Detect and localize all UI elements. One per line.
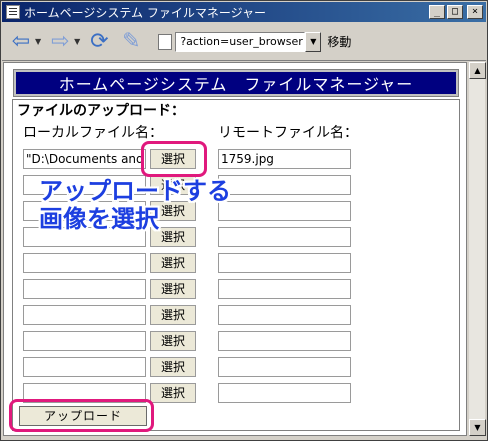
scroll-down-icon[interactable]: ▼	[469, 419, 486, 436]
forward-icon[interactable]: ⇨	[47, 29, 73, 55]
window-title: ホームページシステム ファイルマネージャー	[24, 5, 267, 20]
local-file-input[interactable]: "D:\Documents and	[23, 149, 146, 169]
upload-form: ファイルのアップロード： ローカルファイル名： リモートファイル名： "D:\D…	[12, 99, 460, 431]
back-icon[interactable]: ⇦	[8, 29, 34, 55]
remote-file-input[interactable]	[218, 305, 351, 325]
forward-dropdown-icon[interactable]: ▼	[74, 37, 80, 46]
remote-file-input[interactable]	[218, 279, 351, 299]
address-dropdown-icon[interactable]: ▼	[305, 31, 322, 52]
remote-file-input[interactable]	[218, 331, 351, 351]
remote-filename-label: リモートファイル名：	[218, 125, 358, 141]
select-button[interactable]: 選択	[150, 383, 196, 403]
page-banner: ホームページシステム ファイルマネージャー	[13, 69, 459, 97]
title-bar: ホームページシステム ファイルマネージャー _ □ ×	[2, 2, 486, 22]
local-file-input[interactable]	[23, 305, 146, 325]
remote-file-input[interactable]	[218, 383, 351, 403]
remote-file-input[interactable]	[218, 253, 351, 273]
callout-text: アップロードする 画像を選択	[39, 177, 231, 233]
refresh-icon[interactable]: ⟳	[86, 29, 112, 55]
select-button[interactable]: 選択	[150, 331, 196, 351]
select-button[interactable]: 選択	[150, 305, 196, 325]
page-icon	[6, 5, 20, 19]
remote-file-input[interactable]	[218, 201, 351, 221]
minimize-button[interactable]: _	[429, 5, 445, 19]
select-button[interactable]: 選択	[150, 357, 196, 377]
select-button-highlight	[141, 141, 207, 177]
vertical-scrollbar[interactable]: ▲ ▼	[468, 62, 486, 436]
select-button[interactable]: 選択	[150, 253, 196, 273]
callout-line-1: アップロードする	[39, 177, 231, 205]
browser-window: ホームページシステム ファイルマネージャー _ □ × ⇦ ▼ ⇨ ▼ ⟳ ✎ ?a…	[0, 0, 488, 441]
local-file-input[interactable]	[23, 253, 146, 273]
upload-button-highlight	[9, 399, 154, 432]
close-button[interactable]: ×	[467, 5, 483, 19]
back-dropdown-icon[interactable]: ▼	[35, 37, 41, 46]
go-button[interactable]: 移動	[327, 33, 351, 50]
address-input[interactable]: ?action=user_browser	[175, 31, 306, 52]
local-file-input[interactable]	[23, 357, 146, 377]
local-file-input[interactable]	[23, 331, 146, 351]
maximize-button[interactable]: □	[447, 5, 463, 19]
local-file-input[interactable]	[23, 279, 146, 299]
content-pane: ホームページシステム ファイルマネージャー ファイルのアップロード： ローカルフ…	[3, 62, 467, 436]
callout-line-2: 画像を選択	[39, 205, 159, 233]
section-title: ファイルのアップロード：	[17, 103, 185, 119]
remote-file-input[interactable]: 1759.jpg	[218, 149, 351, 169]
select-button[interactable]: 選択	[150, 279, 196, 299]
remote-file-input[interactable]	[218, 357, 351, 377]
local-filename-label: ローカルファイル名：	[23, 125, 163, 141]
scroll-up-icon[interactable]: ▲	[469, 62, 486, 79]
remote-file-input[interactable]	[218, 175, 351, 195]
toolbar: ⇦ ▼ ⇨ ▼ ⟳ ✎ ?action=user_browser ▼ 移動	[2, 23, 486, 61]
address-bar: ?action=user_browser ▼ 移動	[158, 31, 351, 52]
edit-icon[interactable]: ✎	[118, 29, 144, 55]
page-icon	[158, 33, 173, 50]
remote-file-input[interactable]	[218, 227, 351, 247]
